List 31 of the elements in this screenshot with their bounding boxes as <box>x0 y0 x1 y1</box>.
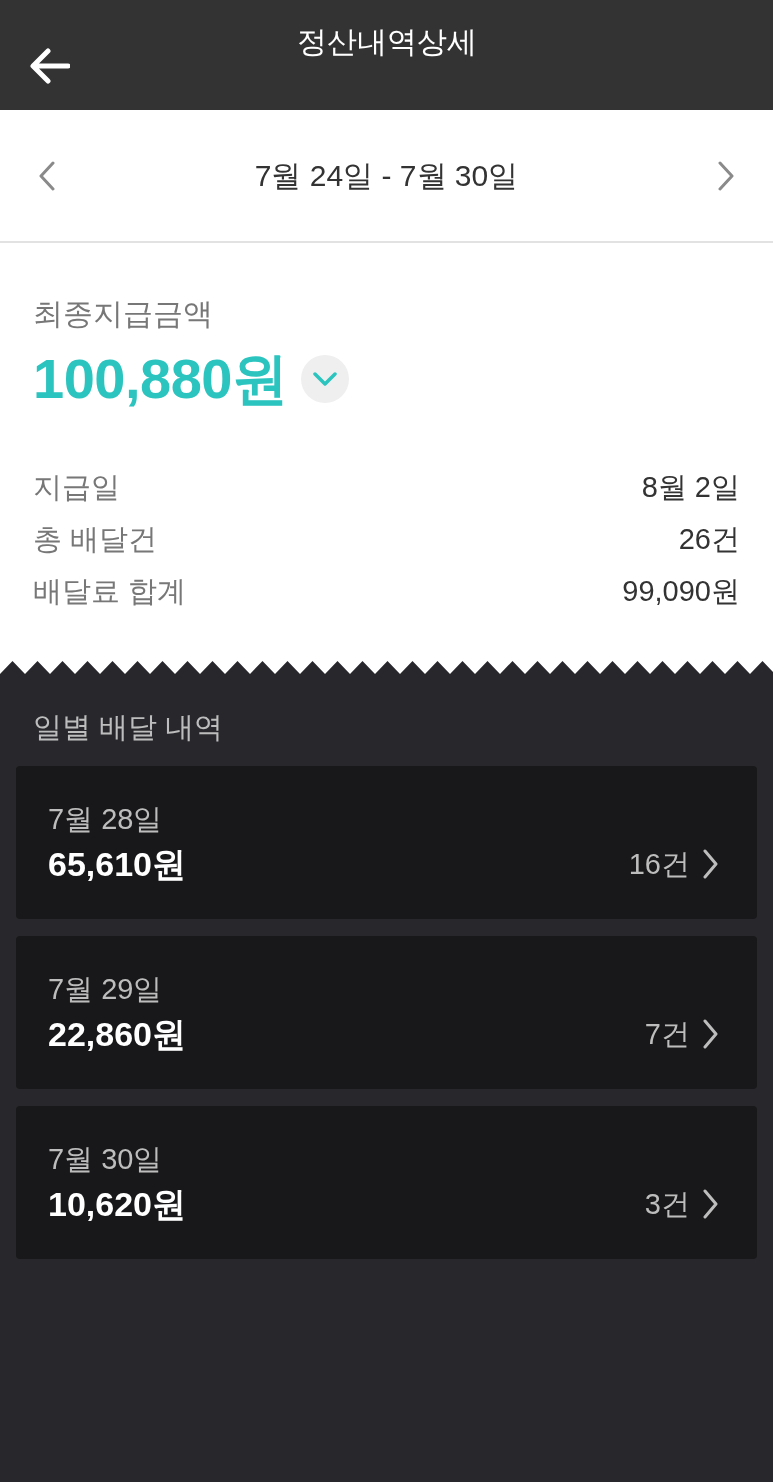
detail-value: 8월 2일 <box>641 470 740 505</box>
chevron-right-icon <box>702 849 719 879</box>
page-title: 정산내역상세 <box>296 24 477 60</box>
delivery-date: 7월 28일 <box>48 802 163 837</box>
delivery-count: 3건 <box>644 1187 690 1222</box>
chevron-down-icon <box>313 372 338 386</box>
delivery-amount: 22,860원 <box>48 1014 186 1055</box>
final-payment-amount: 100,880원 <box>33 347 288 411</box>
section-title: 일별 배달 내역 <box>33 710 224 745</box>
date-range: 7월 24일 - 7월 30일 <box>254 157 519 194</box>
detail-value: 26건 <box>678 522 740 557</box>
detail-label: 총 배달건 <box>33 522 158 557</box>
delivery-count: 16건 <box>628 847 690 882</box>
delivery-date: 7월 30일 <box>48 1142 163 1177</box>
delivery-date: 7월 29일 <box>48 972 163 1007</box>
detail-label: 지급일 <box>33 470 120 505</box>
expand-toggle-button[interactable] <box>301 355 350 403</box>
detail-value: 99,090원 <box>622 574 740 609</box>
delivery-amount: 65,610원 <box>48 844 186 885</box>
daily-delivery-card[interactable]: 7월 30일 10,620원 3건 <box>16 1106 757 1259</box>
chevron-right-icon[interactable] <box>717 160 735 191</box>
daily-delivery-card[interactable]: 7월 29일 22,860원 7건 <box>16 936 757 1089</box>
chevron-right-icon <box>702 1189 719 1219</box>
delivery-count: 7건 <box>644 1017 690 1052</box>
detail-label: 배달료 합계 <box>33 574 187 609</box>
chevron-right-icon <box>702 1019 719 1049</box>
daily-delivery-card[interactable]: 7월 28일 65,610원 16건 <box>16 766 757 919</box>
final-payment-label: 최종지급금액 <box>33 296 213 332</box>
chevron-left-icon[interactable] <box>38 160 56 191</box>
back-arrow-icon[interactable] <box>30 48 70 84</box>
delivery-amount: 10,620원 <box>48 1184 186 1225</box>
